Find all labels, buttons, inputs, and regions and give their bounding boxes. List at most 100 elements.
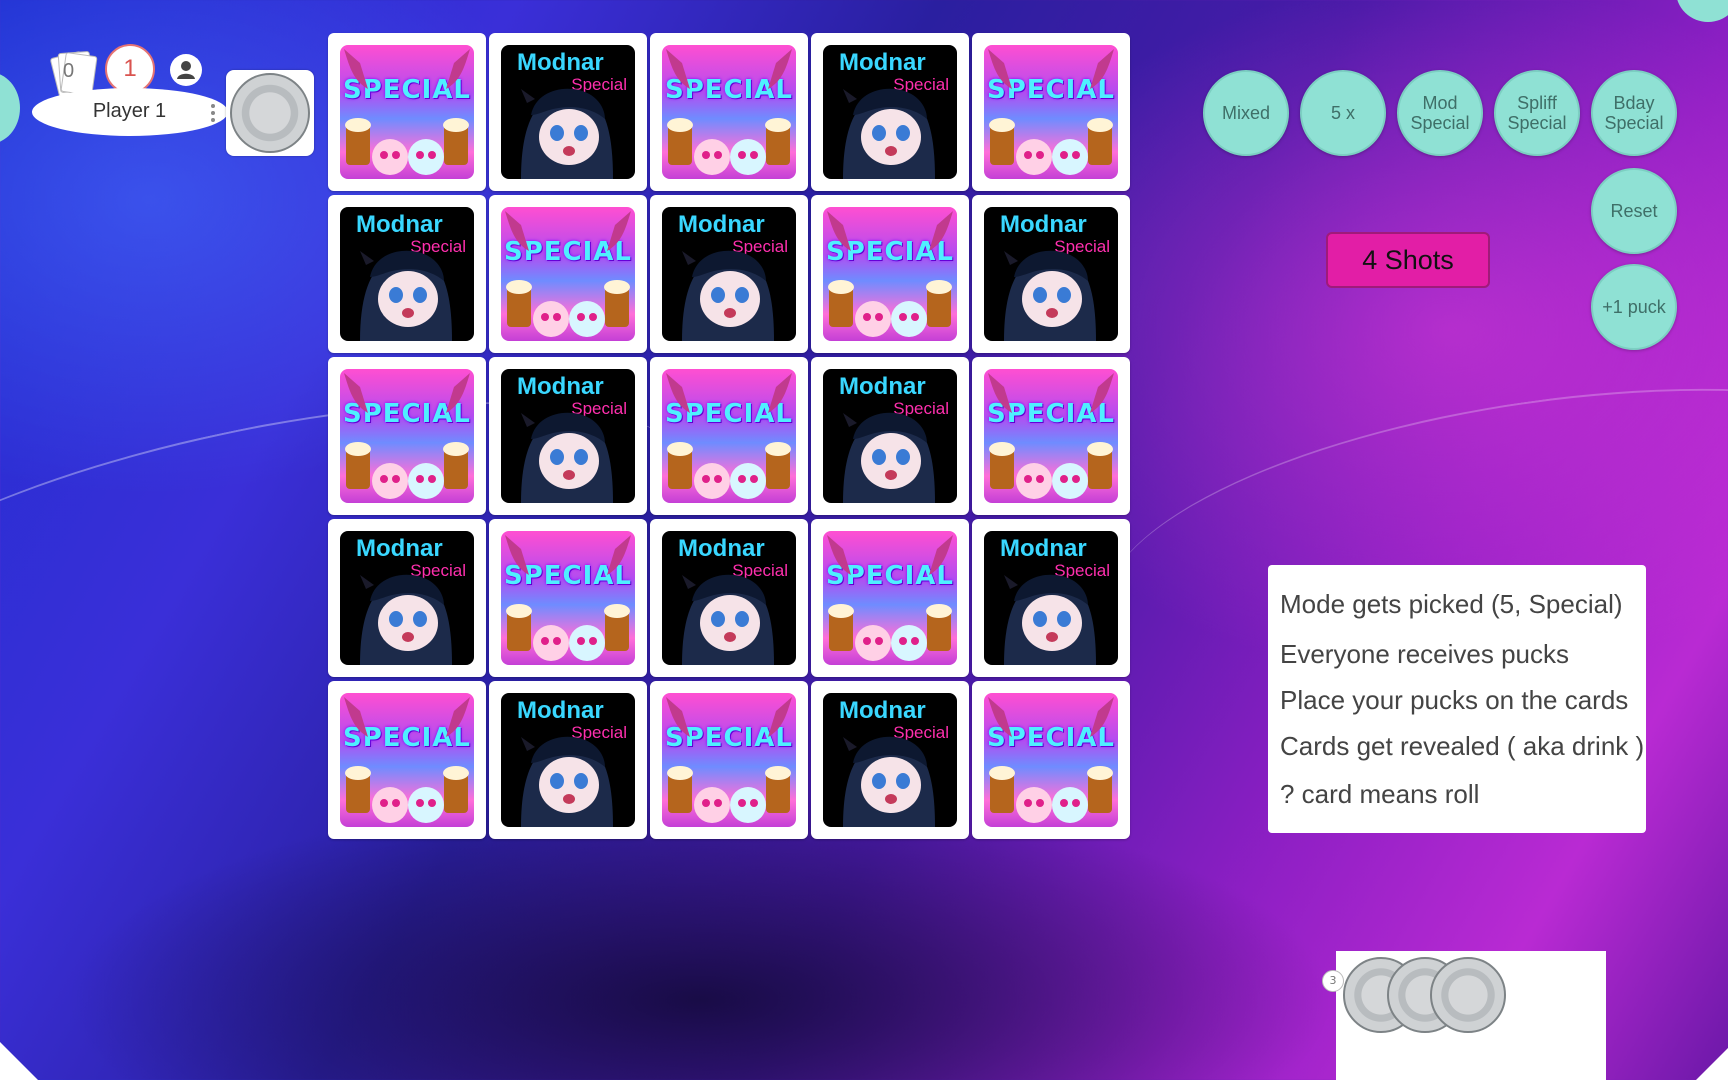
horns-and-mugs-illustration xyxy=(344,49,470,175)
modnar-card-art: Modnar Special xyxy=(340,531,474,665)
board-card[interactable]: SPECIAL xyxy=(972,681,1130,839)
horns-and-mugs-illustration xyxy=(827,211,953,337)
puck[interactable] xyxy=(230,73,310,153)
board-card[interactable]: Modnar Special xyxy=(972,519,1130,677)
rule-line: Cards get revealed ( aka drink ) xyxy=(1280,731,1645,761)
mode-mixed-button[interactable]: Mixed xyxy=(1203,70,1289,156)
character-illustration xyxy=(1004,250,1096,341)
spliff-special-card-art: SPECIAL xyxy=(823,207,957,341)
rule-line: Everyone receives pucks xyxy=(1280,639,1570,669)
reset-button[interactable]: Reset xyxy=(1591,168,1677,254)
horns-and-mugs-illustration xyxy=(344,373,470,499)
horns-and-mugs-illustration xyxy=(666,49,792,175)
board-card[interactable]: SPECIAL xyxy=(328,681,486,839)
board-card[interactable]: SPECIAL xyxy=(811,519,969,677)
modnar-card-art: Modnar Special xyxy=(823,693,957,827)
rules-panel: Mode gets picked (5, Special) Everyone r… xyxy=(1268,565,1646,833)
spliff-special-card-art: SPECIAL xyxy=(340,693,474,827)
rule-line: ? card means roll xyxy=(1280,779,1480,809)
board-card[interactable]: Modnar Special xyxy=(650,195,808,353)
board-card[interactable]: SPECIAL xyxy=(489,519,647,677)
board-card[interactable]: Modnar Special xyxy=(811,357,969,515)
horns-and-mugs-illustration xyxy=(344,697,470,823)
board-card[interactable]: SPECIAL xyxy=(328,33,486,191)
puck[interactable] xyxy=(1430,957,1506,1033)
board-card[interactable]: Modnar Special xyxy=(489,357,647,515)
character-illustration xyxy=(360,574,452,665)
rule-line: Place your pucks on the cards xyxy=(1280,685,1629,715)
character-illustration xyxy=(1004,574,1096,665)
add-puck-button[interactable]: +1 puck xyxy=(1591,264,1677,350)
spliff-special-card-art: SPECIAL xyxy=(984,693,1118,827)
modnar-card-art: Modnar Special xyxy=(501,369,635,503)
shots-badge: 4 Shots xyxy=(1326,232,1490,288)
horns-and-mugs-illustration xyxy=(505,535,631,661)
modnar-card-art: Modnar Special xyxy=(984,207,1118,341)
spliff-special-card-art: SPECIAL xyxy=(340,45,474,179)
character-illustration xyxy=(682,574,774,665)
player-menu-icon[interactable] xyxy=(210,102,216,124)
modnar-card-art: Modnar Special xyxy=(501,45,635,179)
horns-and-mugs-illustration xyxy=(988,373,1114,499)
corner-menu-toggle[interactable] xyxy=(1676,0,1728,22)
mode-bday-special-button[interactable]: Bday Special xyxy=(1591,70,1677,156)
modnar-card-art: Modnar Special xyxy=(984,531,1118,665)
puck-count-badge: 3 xyxy=(1322,970,1344,992)
board-card[interactable]: SPECIAL xyxy=(489,195,647,353)
board-card[interactable]: Modnar Special xyxy=(489,33,647,191)
cards-count: 0 xyxy=(63,60,75,82)
spliff-special-card-art: SPECIAL xyxy=(501,207,635,341)
spliff-special-card-art: SPECIAL xyxy=(662,45,796,179)
board-card[interactable]: Modnar Special xyxy=(650,519,808,677)
modnar-card-art: Modnar Special xyxy=(662,531,796,665)
side-menu-toggle[interactable] xyxy=(0,72,20,144)
board-card[interactable]: SPECIAL xyxy=(811,195,969,353)
board-card[interactable]: Modnar Special xyxy=(972,195,1130,353)
player-puck-slot[interactable] xyxy=(226,70,314,156)
board-card[interactable]: Modnar Special xyxy=(811,33,969,191)
board-card[interactable]: SPECIAL xyxy=(650,681,808,839)
character-illustration xyxy=(682,250,774,341)
horns-and-mugs-illustration xyxy=(988,697,1114,823)
character-illustration xyxy=(843,736,935,827)
spliff-special-card-art: SPECIAL xyxy=(501,531,635,665)
horns-and-mugs-illustration xyxy=(505,211,631,337)
spliff-special-card-art: SPECIAL xyxy=(984,45,1118,179)
board-card[interactable]: SPECIAL xyxy=(650,33,808,191)
board-card[interactable]: Modnar Special xyxy=(328,195,486,353)
modnar-card-art: Modnar Special xyxy=(662,207,796,341)
character-illustration xyxy=(521,412,613,503)
modnar-card-art: Modnar Special xyxy=(823,45,957,179)
board-card[interactable]: SPECIAL xyxy=(972,357,1130,515)
mode-mod-special-button[interactable]: Mod Special xyxy=(1397,70,1483,156)
score-badge: 1 xyxy=(105,44,155,94)
card-grid: SPECIAL Modnar Special SPECIAL Modnar Special… xyxy=(328,33,1136,840)
board-card[interactable]: SPECIAL xyxy=(650,357,808,515)
corner-decoration xyxy=(0,1042,38,1080)
character-illustration xyxy=(843,88,935,179)
mode-5x-button[interactable]: 5 x xyxy=(1300,70,1386,156)
spliff-special-card-art: SPECIAL xyxy=(340,369,474,503)
horns-and-mugs-illustration xyxy=(988,49,1114,175)
spliff-special-card-art: SPECIAL xyxy=(984,369,1118,503)
mode-spliff-special-button[interactable]: Spliff Special xyxy=(1494,70,1580,156)
character-illustration xyxy=(360,250,452,341)
modnar-card-art: Modnar Special xyxy=(823,369,957,503)
board-card[interactable]: Modnar Special xyxy=(328,519,486,677)
player-name: Player 1 xyxy=(92,100,167,122)
board-card[interactable]: Modnar Special xyxy=(489,681,647,839)
board-card[interactable]: Modnar Special xyxy=(811,681,969,839)
horns-and-mugs-illustration xyxy=(827,535,953,661)
horns-and-mugs-illustration xyxy=(666,373,792,499)
horns-and-mugs-illustration xyxy=(666,697,792,823)
character-illustration xyxy=(521,88,613,179)
spliff-special-card-art: SPECIAL xyxy=(662,369,796,503)
modnar-card-art: Modnar Special xyxy=(340,207,474,341)
board-card[interactable]: SPECIAL xyxy=(972,33,1130,191)
user-icon[interactable] xyxy=(170,54,202,86)
board-card[interactable]: SPECIAL xyxy=(328,357,486,515)
character-illustration xyxy=(521,736,613,827)
modnar-card-art: Modnar Special xyxy=(501,693,635,827)
character-illustration xyxy=(843,412,935,503)
corner-decoration xyxy=(1696,1048,1728,1080)
